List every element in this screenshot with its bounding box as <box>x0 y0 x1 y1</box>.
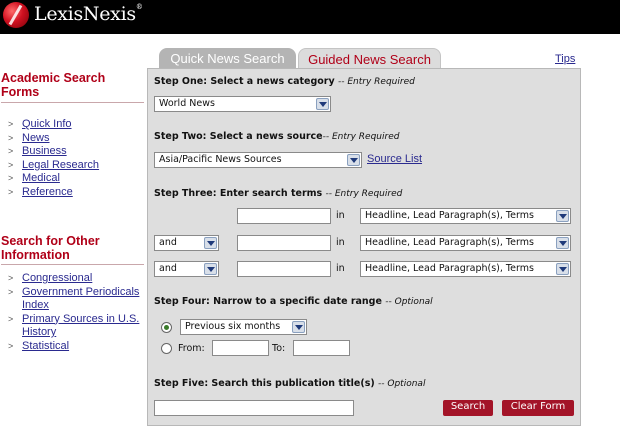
search-term-input[interactable] <box>237 261 331 277</box>
search-field-select[interactable]: Headline, Lead Paragraph(s), Terms <box>360 261 571 277</box>
source-list-link[interactable]: Source List <box>367 153 422 165</box>
arrow-right-icon: > <box>8 313 14 324</box>
sidebar-divider <box>1 102 144 103</box>
sidebar-link-quick-info[interactable]: Quick Info <box>22 118 72 132</box>
chevron-down-icon <box>292 321 305 333</box>
radio-previous-range[interactable] <box>161 322 172 333</box>
sidebar-link-primary-sources[interactable]: Primary Sources in U.S. History <box>22 313 148 340</box>
connector-select[interactable]: and <box>154 261 219 277</box>
chevron-down-icon <box>347 154 360 166</box>
step-two-label: Step Two: Select a news source-- Entry R… <box>154 131 400 142</box>
sidebar-item: > Quick Info <box>8 118 99 132</box>
arrow-right-icon: > <box>8 146 14 156</box>
arrow-right-icon: > <box>8 159 14 170</box>
chevron-down-icon <box>556 263 569 275</box>
to-date-input[interactable] <box>293 340 350 356</box>
search-button[interactable]: Search <box>443 400 493 416</box>
sidebar-item: > Business <box>8 145 99 159</box>
in-label: in <box>336 237 345 248</box>
sidebar-item: > Legal Research <box>8 159 99 173</box>
tab-quick-news-search[interactable]: Quick News Search <box>159 48 296 70</box>
sidebar-heading-academic: Academic Search Forms <box>1 71 106 99</box>
chevron-down-icon <box>556 237 569 249</box>
search-term-input[interactable] <box>237 208 331 224</box>
sidebar-item: > News <box>8 132 99 146</box>
sidebar-link-medical[interactable]: Medical <box>22 172 60 186</box>
sidebar-item: > Government Periodicals Index <box>8 286 148 313</box>
in-label: in <box>336 263 345 274</box>
sidebar-divider <box>1 264 144 265</box>
search-field-select[interactable]: Headline, Lead Paragraph(s), Terms <box>360 208 571 224</box>
from-date-input[interactable] <box>212 340 269 356</box>
sidebar-item: > Statistical <box>8 340 148 354</box>
sidebar-item: > Primary Sources in U.S. History <box>8 313 148 340</box>
sidebar-link-congressional[interactable]: Congressional <box>22 272 92 286</box>
connector-select[interactable]: and <box>154 235 219 251</box>
search-field-select[interactable]: Headline, Lead Paragraph(s), Terms <box>360 235 571 251</box>
sidebar-academic-list: > Quick Info > News > Business > Legal Resea… <box>8 118 99 199</box>
arrow-right-icon: > <box>8 340 14 351</box>
sidebar-link-statistical[interactable]: Statistical <box>22 340 69 354</box>
chevron-down-icon <box>316 98 329 110</box>
header-bar: LexisNexis® <box>0 0 620 34</box>
clear-form-button[interactable]: Clear Form <box>502 400 574 416</box>
sidebar-other-list: > Congressional > Government Periodicals I… <box>8 272 148 353</box>
arrow-right-icon: > <box>8 286 14 297</box>
radio-custom-range[interactable] <box>161 343 172 354</box>
sidebar-heading-other: Search for Other Information <box>1 234 100 262</box>
arrow-right-icon: > <box>8 173 14 183</box>
step-one-label: Step One: Select a news category -- Entr… <box>154 76 415 87</box>
tab-guided-news-search[interactable]: Guided News Search <box>298 48 441 70</box>
sidebar-link-legal-research[interactable]: Legal Research <box>22 159 99 173</box>
tips-link[interactable]: Tips <box>555 53 575 65</box>
arrow-right-icon: > <box>8 119 14 129</box>
lexisnexis-logo-icon <box>3 2 29 28</box>
brand-logo[interactable]: LexisNexis® <box>34 3 143 25</box>
sidebar-link-business[interactable]: Business <box>22 145 67 159</box>
arrow-right-icon: > <box>8 186 14 197</box>
chevron-down-icon <box>204 263 217 275</box>
news-source-select[interactable]: Asia/Pacific News Sources <box>154 152 362 168</box>
step-three-label: Step Three: Enter search terms -- Entry … <box>154 188 403 199</box>
publication-title-input[interactable] <box>154 400 354 416</box>
search-term-input[interactable] <box>237 235 331 251</box>
from-label: From: <box>178 343 205 354</box>
sidebar-item: > Medical <box>8 172 99 186</box>
step-five-label: Step Five: Search this publication title… <box>154 378 426 389</box>
sidebar-item: > Reference <box>8 186 99 200</box>
date-range-select[interactable]: Previous six months <box>180 319 307 335</box>
sidebar-link-gov-periodicals[interactable]: Government Periodicals Index <box>22 286 148 313</box>
arrow-right-icon: > <box>8 273 14 283</box>
step-four-label: Step Four: Narrow to a specific date ran… <box>154 296 433 307</box>
sidebar-link-news[interactable]: News <box>22 132 50 146</box>
to-label: To: <box>272 343 286 354</box>
sidebar-link-reference[interactable]: Reference <box>22 186 73 200</box>
sidebar-item: > Congressional <box>8 272 148 286</box>
chevron-down-icon <box>204 237 217 249</box>
arrow-right-icon: > <box>8 132 14 143</box>
news-category-select[interactable]: World News <box>154 96 331 112</box>
chevron-down-icon <box>556 210 569 222</box>
in-label: in <box>336 210 345 221</box>
